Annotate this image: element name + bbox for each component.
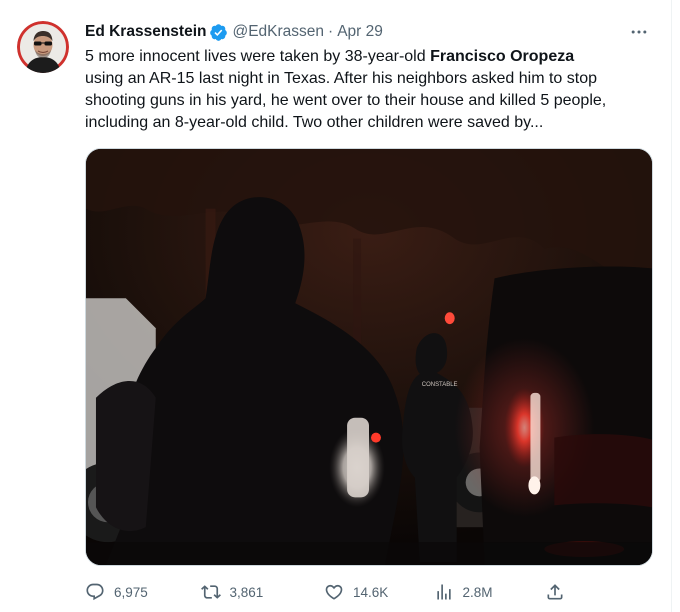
avatar-image	[17, 21, 69, 73]
tweet-text-line: shooting guns in his yard, he went over …	[85, 92, 607, 109]
author-name[interactable]: Ed Krassenstein	[85, 23, 206, 41]
tweet-text: 5 more innocent lives were taken by 38-y…	[85, 46, 645, 134]
reply-icon	[85, 582, 105, 602]
tweet-actions: 6,975 3,861 14.6K 2.8M	[85, 580, 565, 604]
views-chart-icon	[434, 582, 454, 602]
video-frame: CONSTABLE	[86, 149, 652, 565]
tweet-media-video[interactable]: CONSTABLE	[85, 148, 653, 566]
tweet-date[interactable]: Apr 29	[337, 23, 383, 41]
author-handle[interactable]: @EdKrassen	[232, 23, 324, 41]
tweet-text-line: including an 8-year-old child. Two other…	[85, 114, 544, 131]
retweet-icon	[200, 582, 221, 602]
retweet-count: 3,861	[229, 584, 264, 600]
verified-badge-icon	[209, 23, 228, 42]
tweet-text-segment: 5 more innocent lives were taken by 38-y…	[85, 48, 431, 65]
tweet-header: Ed Krassenstein @EdKrassen · Apr 29	[85, 20, 651, 44]
separator-dot: ·	[328, 23, 334, 40]
tweet-text-line: using an AR-15 last night in Texas. Afte…	[85, 70, 597, 87]
vest-text: CONSTABLE	[422, 382, 458, 388]
heart-icon	[324, 582, 344, 602]
like-count: 14.6K	[352, 584, 389, 600]
share-button[interactable]	[545, 580, 565, 604]
avatar[interactable]	[17, 21, 69, 73]
reply-count: 6,975	[114, 584, 148, 600]
more-horizontal-icon[interactable]	[627, 20, 651, 44]
tweet-text-line: 5 more innocent lives were taken by 38-y…	[85, 46, 645, 68]
like-button[interactable]: 14.6K	[324, 580, 434, 604]
views-count: 2.8M	[462, 584, 493, 600]
share-icon	[545, 582, 565, 602]
views-button[interactable]: 2.8M	[434, 580, 546, 604]
tweet-card[interactable]: Ed Krassenstein @EdKrassen · Apr 29 5 mo…	[0, 0, 672, 612]
retweet-button[interactable]: 3,861	[200, 580, 324, 604]
reply-button[interactable]: 6,975	[85, 580, 201, 604]
bold-name: Francisco Oropeza	[430, 48, 575, 65]
